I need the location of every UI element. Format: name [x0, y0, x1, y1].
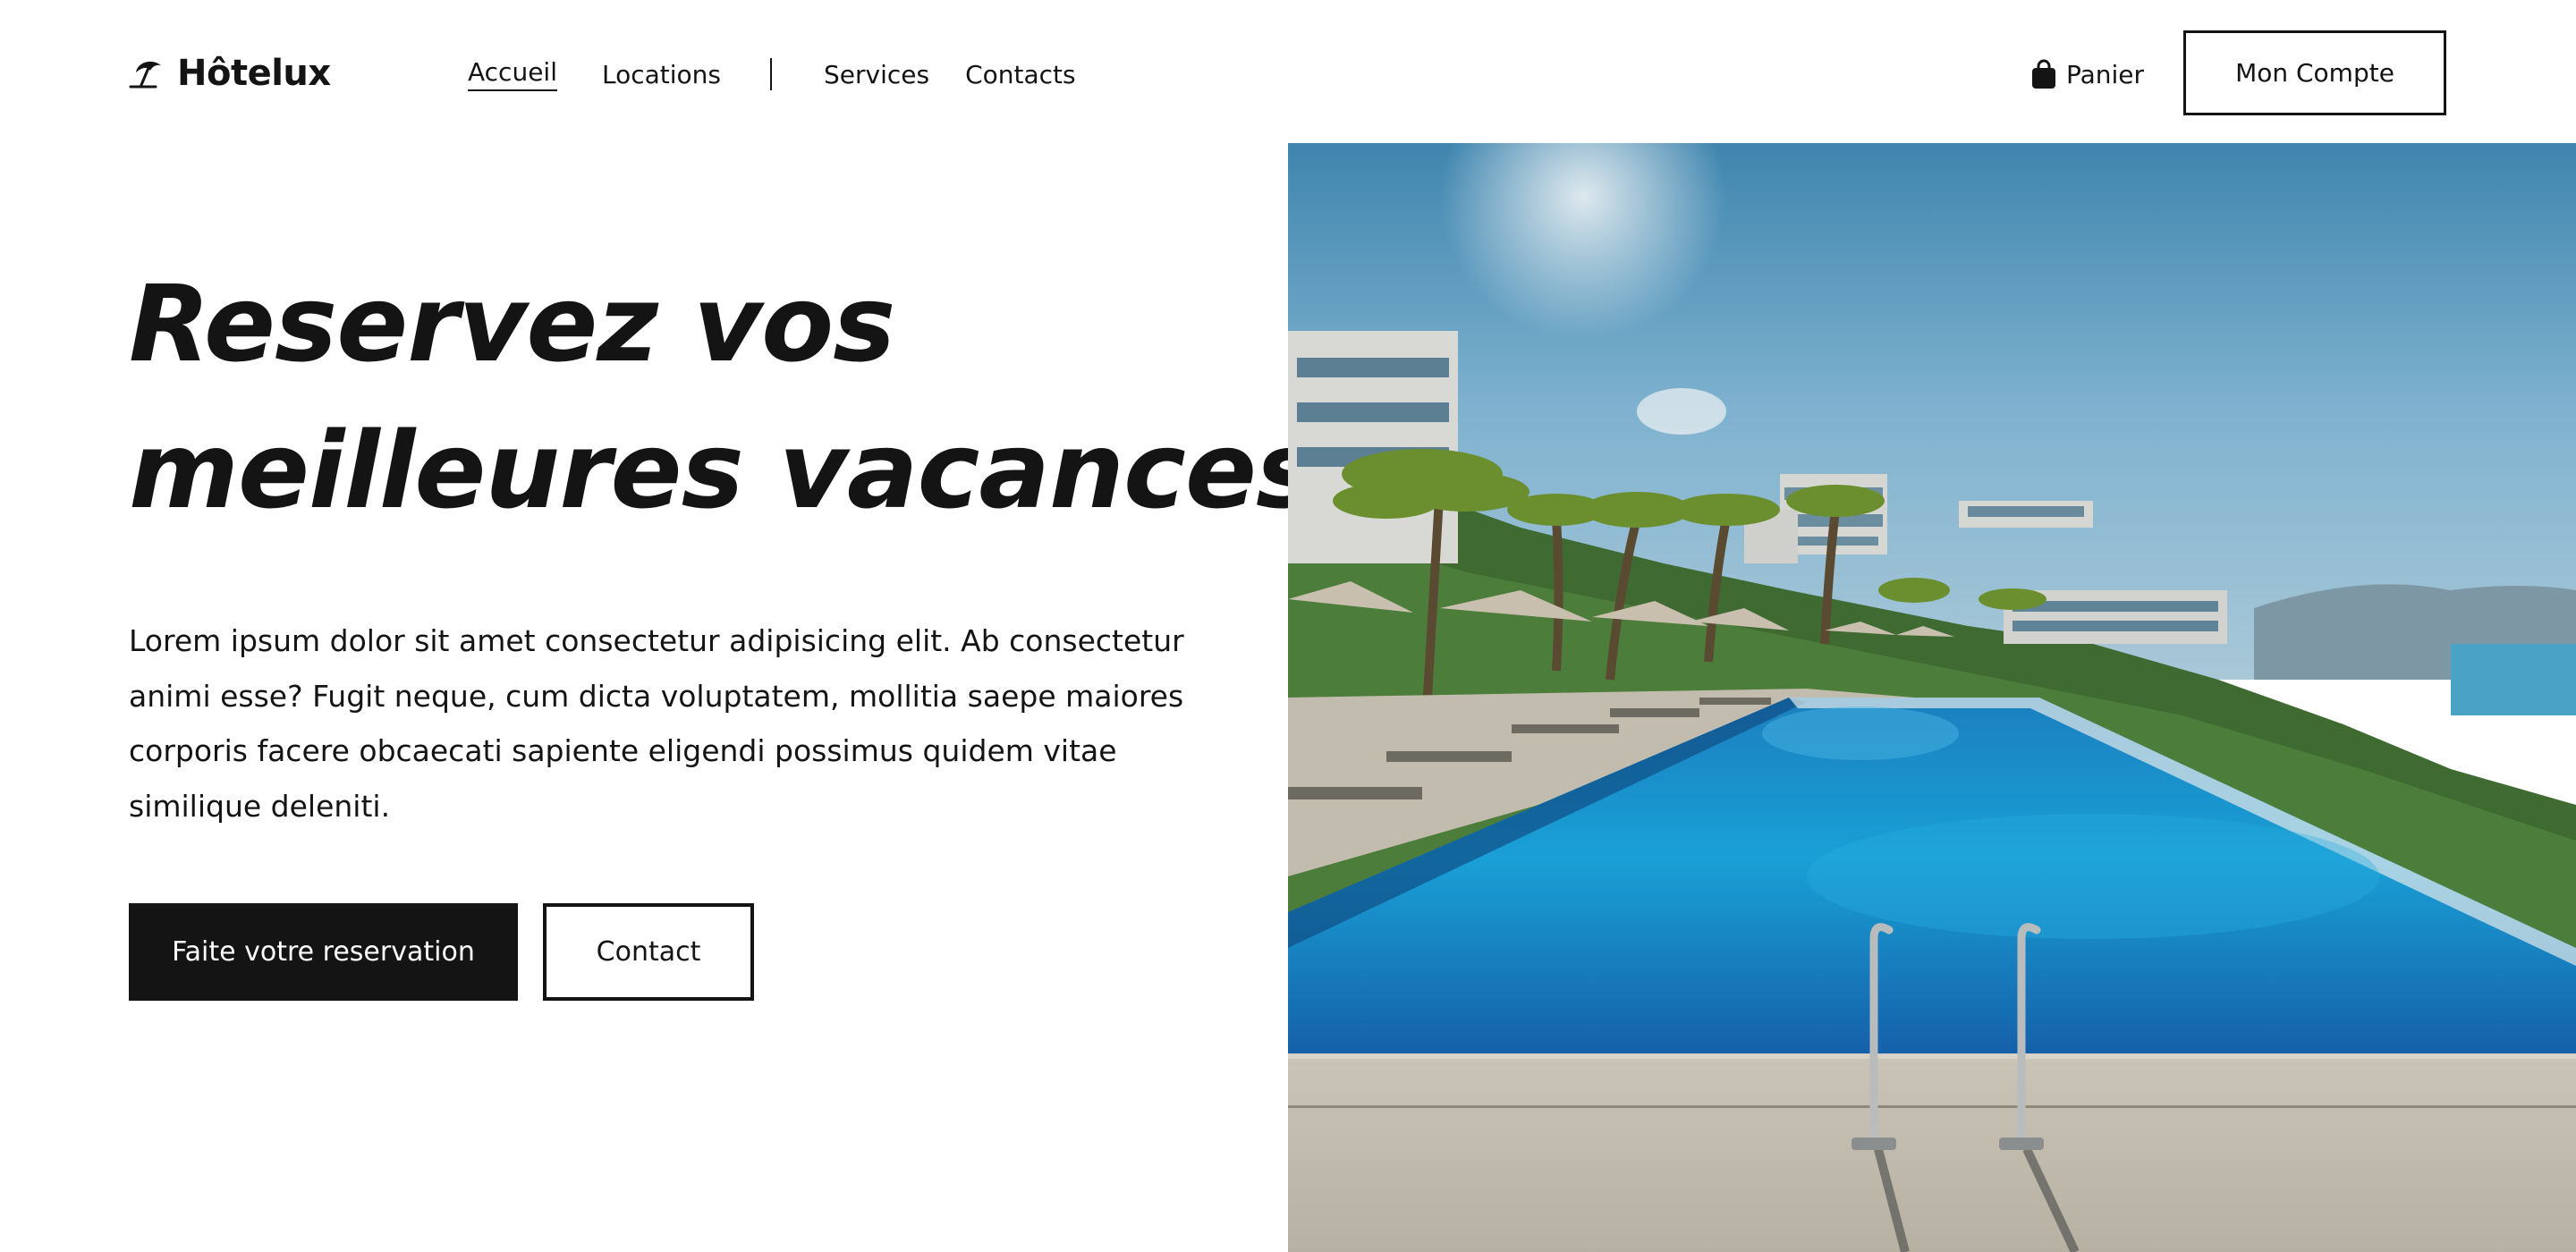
hero-image-resort-pool — [1288, 143, 2576, 1252]
cart-link[interactable]: Panier — [2030, 55, 2144, 93]
hero-title-line-1: Reservez vos — [129, 262, 895, 385]
site-header: Hôtelux Accueil Locations Services Conta… — [0, 0, 2576, 143]
nav-link-accueil[interactable]: Accueil — [468, 57, 557, 91]
main-nav: Accueil Locations Services Contacts — [468, 55, 1076, 93]
hero-title-line-2: meilleures vacances — [129, 409, 1318, 532]
reservation-button[interactable]: Faite votre reservation — [129, 903, 518, 1001]
account-button[interactable]: Mon Compte — [2183, 30, 2446, 115]
hero-description: Lorem ipsum dolor sit amet consectetur a… — [129, 623, 1184, 824]
hero-title: Reservez vos meilleures vacances — [129, 250, 1318, 544]
nav-separator — [770, 58, 772, 90]
shopping-bag-icon — [2032, 59, 2055, 89]
nav-link-contacts[interactable]: Contacts — [965, 60, 1076, 89]
nav-link-services[interactable]: Services — [824, 60, 929, 89]
logo[interactable]: Hôtelux — [129, 50, 331, 97]
cart-label: Panier — [2066, 59, 2145, 89]
beach-umbrella-icon — [129, 61, 161, 89]
contact-button[interactable]: Contact — [543, 903, 754, 1001]
nav-link-locations[interactable]: Locations — [602, 60, 721, 89]
logo-text: Hôtelux — [177, 53, 331, 94]
